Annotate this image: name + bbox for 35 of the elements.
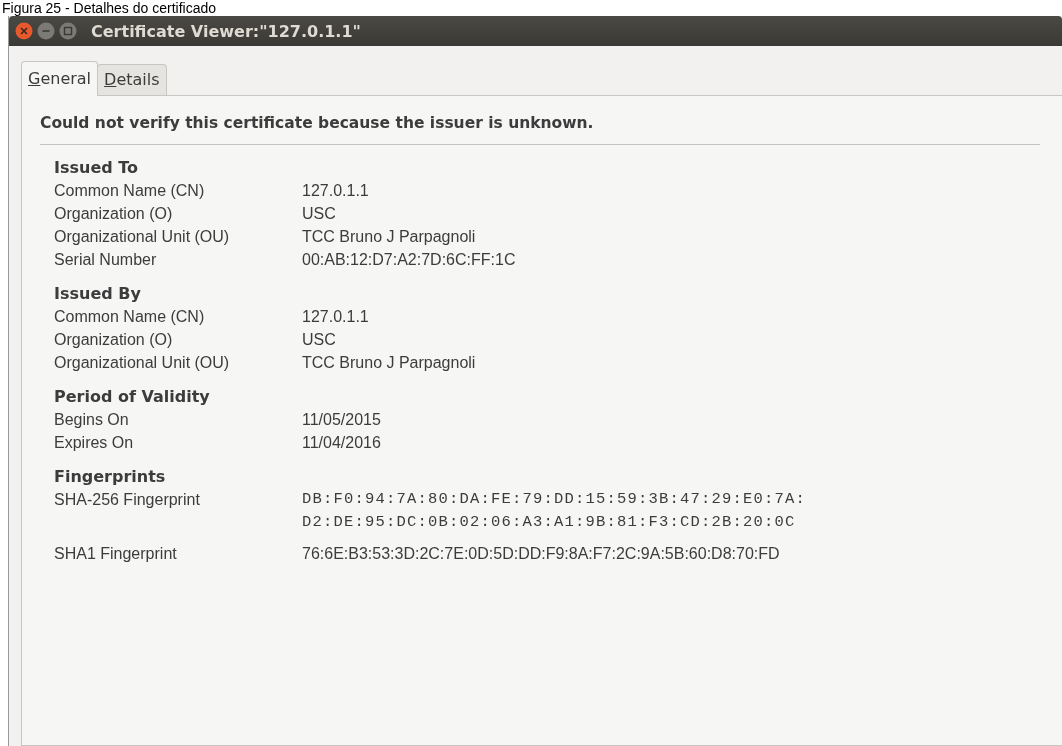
- section-heading: Period of Validity: [54, 386, 211, 408]
- tab[interactable]: Details: [97, 64, 167, 95]
- minimize-icon[interactable]: [37, 22, 55, 40]
- figure-caption: Figura 25 - Detalhes do certificado: [1, 0, 217, 16]
- field-value: TCC Bruno J Parpagnoli: [302, 227, 477, 247]
- field-label: Common Name (CN): [54, 307, 206, 327]
- field-value: 11/04/2016: [302, 433, 382, 453]
- field-value: USC: [302, 204, 337, 224]
- field-value: D2:DE:95:DC:0B:02:06:A3:A1:9B:81:F3:CD:2B:20:0C: [302, 512, 797, 533]
- field-label: Organizational Unit (OU): [54, 353, 231, 373]
- section-heading: Fingerprints: [54, 466, 167, 488]
- field-label: Organization (O): [54, 204, 174, 224]
- warning-message: Could not verify this certificate because the issuer is unknown.: [40, 114, 1040, 145]
- field-value: 127.0.1.1: [302, 307, 370, 327]
- field-value: TCC Bruno J Parpagnoli: [302, 353, 477, 373]
- section-heading: Issued By: [54, 283, 142, 305]
- field-value: DB:F0:94:7A:80:DA:FE:79:DD:15:59:3B:47:29:E0:7A:: [302, 489, 808, 510]
- field-label: Organizational Unit (OU): [54, 227, 231, 247]
- field-value: USC: [302, 330, 337, 350]
- field-value: 11/05/2015: [302, 410, 382, 430]
- field-label: Begins On: [54, 410, 130, 430]
- field-label: SHA1 Fingerprint: [54, 544, 178, 564]
- close-icon[interactable]: [15, 22, 33, 40]
- field-value: 127.0.1.1: [302, 181, 370, 201]
- field-label: SHA-256 Fingerprint: [54, 490, 201, 510]
- maximize-icon[interactable]: [59, 22, 77, 40]
- field-label: Organization (O): [54, 330, 174, 350]
- field-label: Common Name (CN): [54, 181, 206, 201]
- field-label: Serial Number: [54, 250, 158, 270]
- field-label: Expires On: [54, 433, 135, 453]
- window-title: Certificate Viewer:"127.0.1.1": [91, 21, 361, 41]
- section-heading: Issued To: [54, 157, 140, 179]
- tab[interactable]: General: [21, 61, 99, 96]
- field-value: 76:6E:B3:53:3D:2C:7E:0D:5D:DD:F9:8A:F7:2C:9A:5B:60:D8:70:FD: [302, 544, 781, 564]
- field-value: 00:AB:12:D7:A2:7D:6C:FF:1C: [302, 250, 517, 270]
